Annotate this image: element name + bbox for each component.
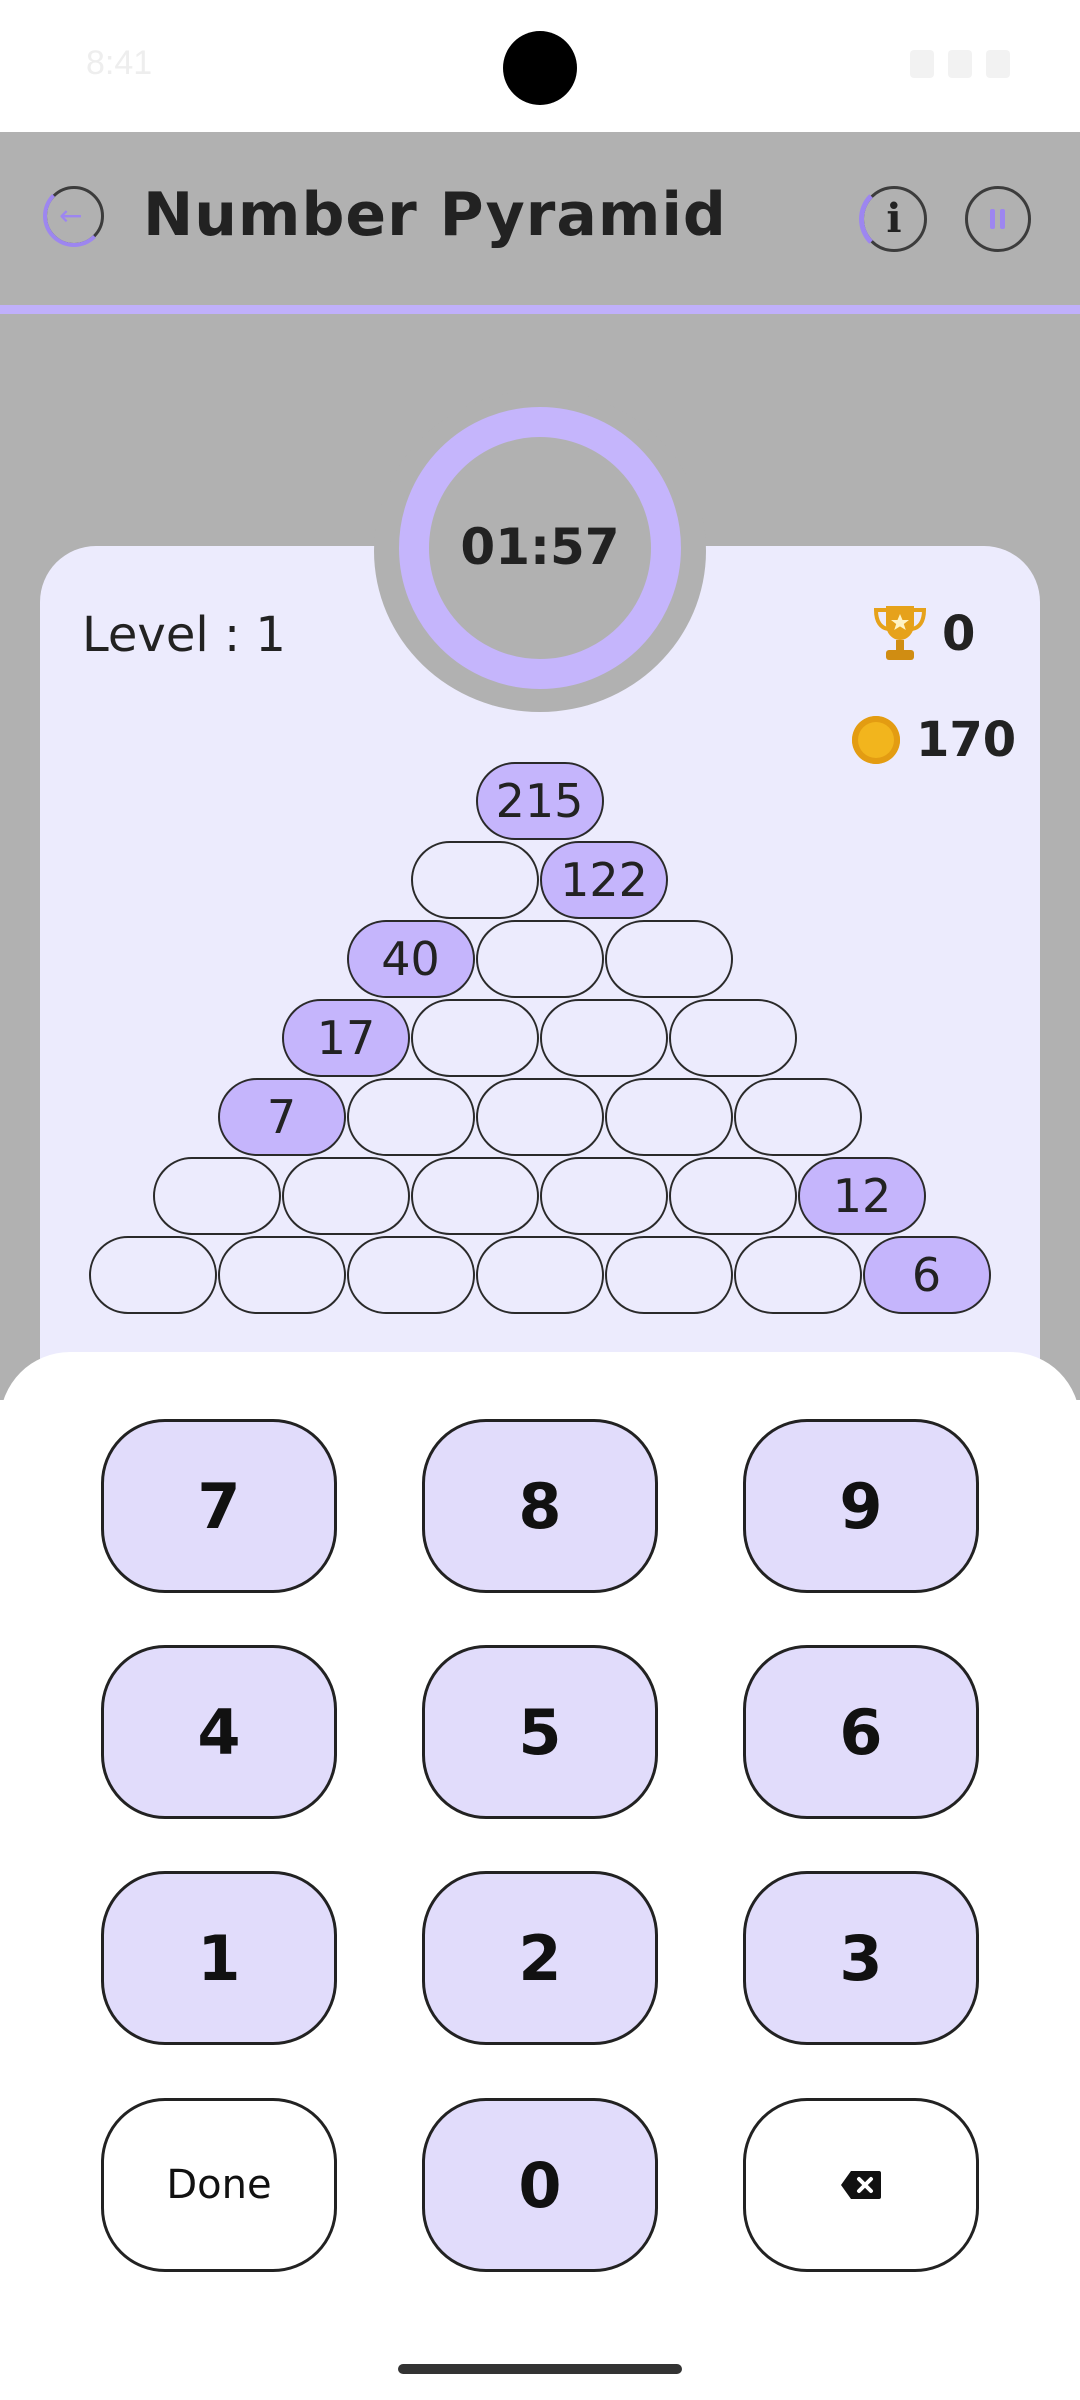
number-pyramid: 215 122 40 17 7 12 6 [0,0,1080,1400]
pyramid-cell[interactable] [669,999,797,1077]
pyramid-cell[interactable] [475,1078,604,1156]
key-9[interactable]: 9 [743,1419,979,1593]
pyramid-cell[interactable] [282,1157,410,1235]
pyramid-cell[interactable]: 122 [540,841,668,919]
key-4[interactable]: 4 [101,1645,337,1819]
key-8[interactable]: 8 [422,1419,658,1593]
pyramid-cell[interactable]: 12 [798,1157,926,1235]
pyramid-cell[interactable] [88,1236,217,1314]
pyramid-cell[interactable] [540,999,668,1077]
pyramid-cell[interactable]: 40 [346,920,475,998]
pyramid-cell[interactable]: 215 [475,762,604,840]
key-3[interactable]: 3 [743,1871,979,2045]
pyramid-cell[interactable]: 7 [217,1078,346,1156]
pyramid-cell[interactable] [475,920,604,998]
pyramid-cell[interactable] [411,841,539,919]
backspace-button[interactable] [743,2098,979,2272]
pyramid-cell[interactable] [733,1078,862,1156]
pyramid-cell[interactable] [669,1157,797,1235]
pyramid-cell[interactable] [604,1236,733,1314]
key-7[interactable]: 7 [101,1419,337,1593]
pyramid-cell[interactable]: 17 [282,999,410,1077]
key-0[interactable]: 0 [422,2098,658,2272]
pyramid-cell[interactable] [411,999,539,1077]
pyramid-cell[interactable] [346,1236,475,1314]
done-button[interactable]: Done [101,2098,337,2272]
pyramid-cell[interactable] [411,1157,539,1235]
pyramid-cell[interactable] [733,1236,862,1314]
pyramid-cell[interactable] [604,920,733,998]
home-indicator[interactable] [398,2364,682,2374]
key-2[interactable]: 2 [422,1871,658,2045]
key-6[interactable]: 6 [743,1645,979,1819]
pyramid-cell[interactable] [346,1078,475,1156]
key-1[interactable]: 1 [101,1871,337,2045]
pyramid-cell[interactable] [604,1078,733,1156]
pyramid-cell[interactable] [540,1157,668,1235]
key-5[interactable]: 5 [422,1645,658,1819]
pyramid-cell[interactable]: 6 [862,1236,991,1314]
backspace-icon [841,2171,881,2199]
pyramid-cell[interactable] [217,1236,346,1314]
pyramid-cell[interactable] [153,1157,281,1235]
pyramid-cell[interactable] [475,1236,604,1314]
